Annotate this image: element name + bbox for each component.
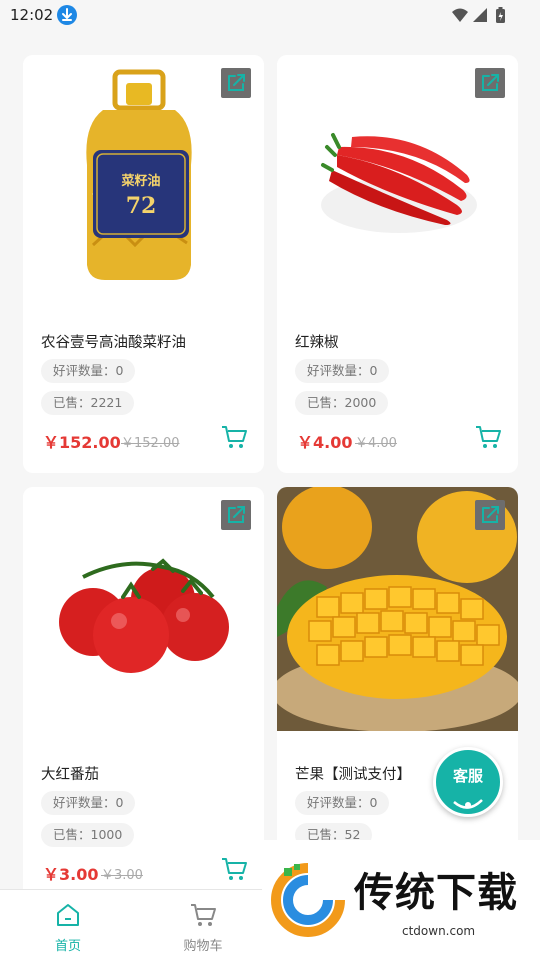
watermark-logo: 传统下载 ctdown.com	[262, 840, 540, 960]
watermark-url: ctdown.com	[402, 924, 476, 938]
nav-label-cart: 购物车	[183, 939, 223, 954]
customer-service-label: 客服	[452, 767, 483, 785]
headset-icon	[453, 799, 483, 809]
share-icon[interactable]	[221, 500, 251, 530]
product-price: ￥152.00	[43, 433, 121, 452]
nav-item-home[interactable]: 首页	[18, 890, 118, 960]
review-count: 好评数量：0	[295, 791, 390, 815]
product-title: 红辣椒	[295, 335, 339, 351]
watermark-emblem-icon	[271, 863, 345, 937]
share-icon[interactable]	[221, 68, 251, 98]
system-status-icons	[452, 7, 505, 23]
status-bar: 12:02	[0, 0, 540, 32]
product-title: 芒果【测试支付】	[295, 767, 411, 783]
home-icon	[57, 904, 79, 926]
review-count: 好评数量：0	[295, 359, 390, 383]
review-count: 好评数量：0	[41, 791, 136, 815]
nav-item-cart[interactable]: 购物车	[153, 890, 253, 960]
product-card[interactable]: 大红番茄 好评数量：0 已售：1000 ￥3.00 ￥3.00	[23, 487, 264, 905]
download-icon	[57, 5, 77, 25]
sold-count: 已售：2000	[295, 391, 389, 415]
product-card[interactable]: 红辣椒 好评数量：0 已售：2000 ￥4.00 ￥4.00	[277, 55, 518, 473]
original-price: ￥3.00	[101, 868, 143, 883]
original-price: ￥152.00	[121, 436, 180, 451]
status-time: 12:02	[10, 6, 54, 24]
product-price: ￥3.00	[43, 865, 99, 884]
add-to-cart-icon[interactable]	[220, 855, 248, 883]
add-to-cart-icon[interactable]	[220, 423, 248, 451]
product-price: ￥4.00	[297, 433, 353, 452]
customer-service-button[interactable]: 客服	[433, 747, 503, 817]
sold-count: 已售：1000	[41, 823, 135, 847]
bottle-label-text: 菜籽油	[120, 173, 160, 189]
share-icon[interactable]	[475, 500, 505, 530]
product-card[interactable]: 菜籽油 72 农谷壹号高油酸菜籽油 好评数量：0 已售：2221 ￥152.00…	[23, 55, 264, 473]
review-count: 好评数量：0	[41, 359, 136, 383]
add-to-cart-icon[interactable]	[474, 423, 502, 451]
original-price: ￥4.00	[355, 436, 397, 451]
share-icon[interactable]	[475, 68, 505, 98]
product-title: 农谷壹号高油酸菜籽油	[41, 335, 186, 351]
watermark-text: 传统下载	[354, 870, 518, 916]
bottle-number-text: 72	[126, 193, 157, 219]
product-title: 大红番茄	[41, 767, 99, 783]
cart-icon	[191, 904, 216, 926]
sold-count: 已售：2221	[41, 391, 135, 415]
nav-label-home: 首页	[54, 939, 81, 954]
